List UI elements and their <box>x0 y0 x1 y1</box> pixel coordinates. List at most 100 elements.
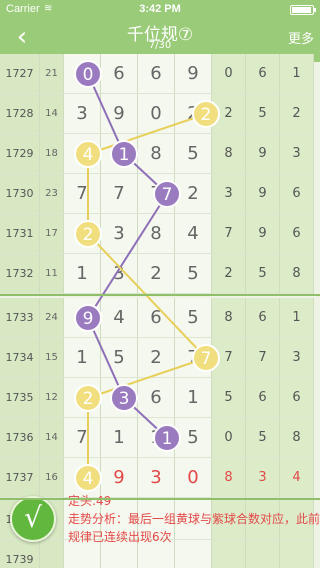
tail-cell: 0 <box>212 418 246 458</box>
issue-number: 1730 <box>0 174 40 214</box>
table-row: 1730 23 7 7 7 2 3 9 6 <box>0 174 320 214</box>
digit-cell: 1 <box>101 134 138 174</box>
digit-cell: 2 <box>175 174 212 214</box>
page-counter: 7/30 <box>148 40 172 51</box>
sum-value: 17 <box>40 214 64 254</box>
issue-number: 1733 <box>0 298 40 338</box>
table-row: 1728 14 3 9 0 2 2 5 2 <box>0 94 320 134</box>
sum-value: 24 <box>40 298 64 338</box>
tail-cell: 9 <box>246 214 280 254</box>
issue-number: 1731 <box>0 214 40 254</box>
clock: 3:42 PM <box>139 3 181 15</box>
tail-cell: 3 <box>212 174 246 214</box>
digit-cell: 7 <box>64 174 101 214</box>
issue-number: 1734 <box>0 338 40 378</box>
digit-cell: 9 <box>175 54 212 94</box>
tail-cell: 6 <box>246 378 280 418</box>
table-row: 1729 18 4 1 8 5 8 9 3 <box>0 134 320 174</box>
issue-number: 1735 <box>0 378 40 418</box>
tail-cell: 6 <box>280 378 314 418</box>
tail-cell: 1 <box>280 298 314 338</box>
table-row: 1735 12 2 3 6 1 5 6 6 <box>0 378 320 418</box>
digit-cell: 4 <box>64 134 101 174</box>
tail-cell: 2 <box>212 94 246 134</box>
tail-cell: 6 <box>246 54 280 94</box>
table-row: 1734 15 1 5 2 7 7 7 3 <box>0 338 320 378</box>
digit-cell: 6 <box>101 54 138 94</box>
tail-cell: 7 <box>246 338 280 378</box>
digit-cell: 2 <box>175 94 212 134</box>
digit-cell: 0 <box>138 94 175 134</box>
tail-cell: 1 <box>280 54 314 94</box>
digit-cell: 3 <box>64 94 101 134</box>
issue-number: 1727 <box>0 54 40 94</box>
digit-cell: 2 <box>64 214 101 254</box>
digit-cell: 2 <box>64 378 101 418</box>
tip-body: 走势分析：最后一组黄球与紫球合数对应，此前规律已连续出现6次 <box>68 512 320 544</box>
analysis-tip: 定头:49 走势分析：最后一组黄球与紫球合数对应，此前规律已连续出现6次 <box>68 492 320 546</box>
sum-value: 16 <box>40 458 64 498</box>
table-row: 1732 11 1 3 2 5 2 5 8 <box>0 254 320 294</box>
back-button[interactable]: ‹ <box>6 22 38 54</box>
tail-cell: 0 <box>212 54 246 94</box>
tail-cell: 6 <box>280 174 314 214</box>
sum-value: 11 <box>40 254 64 294</box>
table-row: 1736 14 7 1 1 5 0 5 8 <box>0 418 320 458</box>
digit-cell: 1 <box>138 418 175 458</box>
tail-cell: 8 <box>212 298 246 338</box>
issue-number: 1728 <box>0 94 40 134</box>
digit-cell: 5 <box>175 418 212 458</box>
digit-cell: 4 <box>175 214 212 254</box>
tail-cell: 5 <box>246 254 280 294</box>
sum-value: 15 <box>40 338 64 378</box>
digit-cell: 9 <box>64 298 101 338</box>
tail-cell: 3 <box>280 134 314 174</box>
digit-cell: 6 <box>138 378 175 418</box>
digit-cell: 2 <box>138 254 175 294</box>
issue-number: 1729 <box>0 134 40 174</box>
issue-number: 1736 <box>0 418 40 458</box>
nav-bar: Carrier ≋ 3:42 PM ‹ 千位规⑦ 7/30 更多 <box>0 0 320 62</box>
sum-value: 18 <box>40 134 64 174</box>
digit-cell: 7 <box>64 418 101 458</box>
digit-cell: 6 <box>138 54 175 94</box>
sum-value: 14 <box>40 418 64 458</box>
battery-icon <box>290 5 316 15</box>
digit-cell: 0 <box>64 54 101 94</box>
tail-cell: 5 <box>212 378 246 418</box>
digit-cell: 9 <box>101 94 138 134</box>
tail-cell: 5 <box>246 418 280 458</box>
digit-cell: 4 <box>101 298 138 338</box>
digit-cell: 8 <box>138 134 175 174</box>
digit-cell: 7 <box>138 174 175 214</box>
digit-cell: 5 <box>101 338 138 378</box>
sum-value: 14 <box>40 94 64 134</box>
digit-cell: 1 <box>64 338 101 378</box>
digit-cell: 3 <box>101 214 138 254</box>
more-button[interactable]: 更多 <box>288 28 314 47</box>
tail-cell: 8 <box>280 418 314 458</box>
status-bar: Carrier ≋ 3:42 PM <box>0 0 320 20</box>
digit-cell: 3 <box>101 378 138 418</box>
sum-value: 21 <box>40 54 64 94</box>
confirm-check-button[interactable]: √ <box>10 496 56 542</box>
tail-cell: 9 <box>246 174 280 214</box>
tail-cell: 6 <box>280 214 314 254</box>
tail-cell: 9 <box>246 134 280 174</box>
sum-value <box>40 540 64 568</box>
tip-head: 定头:49 <box>68 494 112 508</box>
digit-cell: 5 <box>175 254 212 294</box>
digit-cell: 6 <box>138 298 175 338</box>
digit-cell: 3 <box>101 254 138 294</box>
issue-number: 1732 <box>0 254 40 294</box>
digit-cell: 7 <box>101 174 138 214</box>
tail-cell: 7 <box>212 338 246 378</box>
table-row: 1727 21 0 6 6 9 0 6 1 <box>0 54 320 94</box>
tail-cell: 8 <box>212 134 246 174</box>
tail-cell: 6 <box>246 298 280 338</box>
tail-cell: 2 <box>280 94 314 134</box>
tail-cell: 3 <box>280 338 314 378</box>
issue-number: 1737 <box>0 458 40 498</box>
table-row: 1733 24 9 4 6 5 8 6 1 <box>0 298 320 338</box>
digit-cell: 1 <box>175 378 212 418</box>
